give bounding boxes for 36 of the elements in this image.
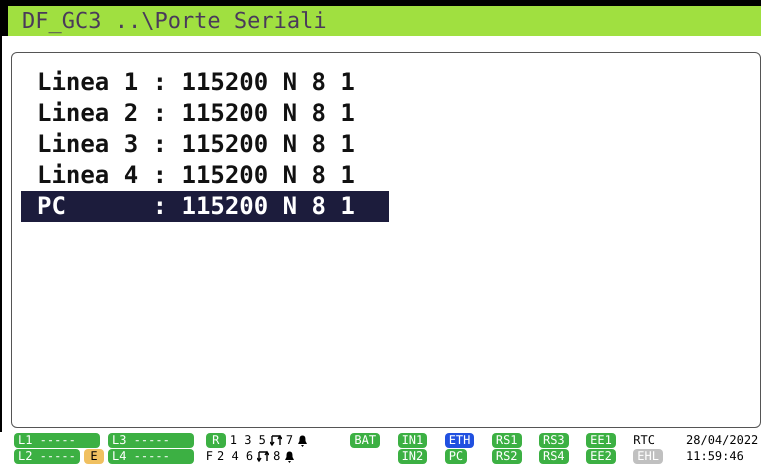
status-badge: EE2 xyxy=(586,449,616,464)
status-badge: IN1 xyxy=(398,433,428,448)
status-badge: RS1 xyxy=(492,433,522,448)
status-badge: IN2 xyxy=(398,449,428,464)
status-badge: R xyxy=(206,433,226,448)
line-status-badge: L4 ----- xyxy=(108,449,194,464)
serial-line-row[interactable]: Linea 1 : 115200 N 8 1 xyxy=(21,67,389,98)
status-text: 7 xyxy=(286,433,294,448)
status-text: RTC xyxy=(633,433,655,448)
status-text: 8 xyxy=(273,449,280,464)
status-badge: BAT xyxy=(350,433,380,448)
serial-line-row[interactable]: Linea 4 : 115200 N 8 1 xyxy=(21,160,389,191)
window-title: DF_GC3 ..\Porte Seriali xyxy=(22,8,327,36)
status-badge: RS4 xyxy=(538,449,569,464)
status-badge: RS3 xyxy=(538,433,569,448)
status-badge: ETH xyxy=(444,433,474,448)
status-text: 1 3 5 xyxy=(230,433,266,448)
status-text: 2 4 6 xyxy=(217,449,254,464)
swap-arrows-icon xyxy=(257,450,270,463)
status-badge: EE1 xyxy=(586,433,616,448)
serial-line-row[interactable]: PC : 115200 N 8 1 xyxy=(21,191,389,222)
status-text: 28/04/2022 xyxy=(686,433,758,448)
status-badge: PC xyxy=(444,449,468,464)
line-status-badge: L1 ----- xyxy=(14,433,100,448)
status-text: F xyxy=(206,449,213,464)
bell-icon xyxy=(297,434,308,446)
status-badge: EHL xyxy=(633,449,663,464)
status-text: 11:59:46 xyxy=(686,449,744,464)
line-status-badge: L3 ----- xyxy=(108,433,194,448)
status-badge: RS2 xyxy=(492,449,522,464)
bell-icon xyxy=(284,450,296,462)
status-badge: E xyxy=(84,449,104,464)
serial-line-row[interactable]: Linea 3 : 115200 N 8 1 xyxy=(21,129,389,160)
swap-arrows-icon xyxy=(270,434,282,447)
serial-line-row[interactable]: Linea 2 : 115200 N 8 1 xyxy=(21,98,389,129)
line-status-badge: L2 ----- xyxy=(14,449,80,464)
